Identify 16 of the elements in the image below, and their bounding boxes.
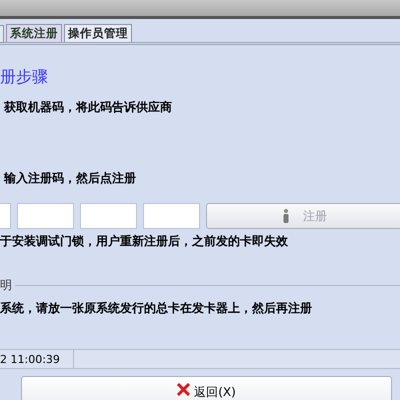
status-text: 2 11:00:39 <box>0 350 74 368</box>
code-field[interactable] <box>17 203 74 229</box>
group-legend: 明 <box>0 276 12 294</box>
tab[interactable]: 操作员管理 <box>64 24 132 42</box>
step-text: 获取机器码，将此码告诉供应商 <box>4 100 173 114</box>
code-field[interactable] <box>143 203 200 229</box>
close-icon <box>177 383 190 396</box>
step-text: 输入注册码，然后点注册 <box>4 171 137 185</box>
tab[interactable] <box>0 25 4 43</box>
note-text: 于安装调试门锁，用户重新注册后，之前发的卡即失效 <box>0 234 289 248</box>
section-heading: 册步骤 <box>0 67 49 87</box>
group-text: 系统，请放一张原系统发行的总卡在发卡器上，然后再注册 <box>0 301 313 315</box>
person-icon <box>283 209 289 223</box>
back-button[interactable]: 返回(X) <box>21 376 392 400</box>
code-field[interactable] <box>80 203 137 229</box>
tab[interactable]: 系统注册 <box>6 24 62 42</box>
